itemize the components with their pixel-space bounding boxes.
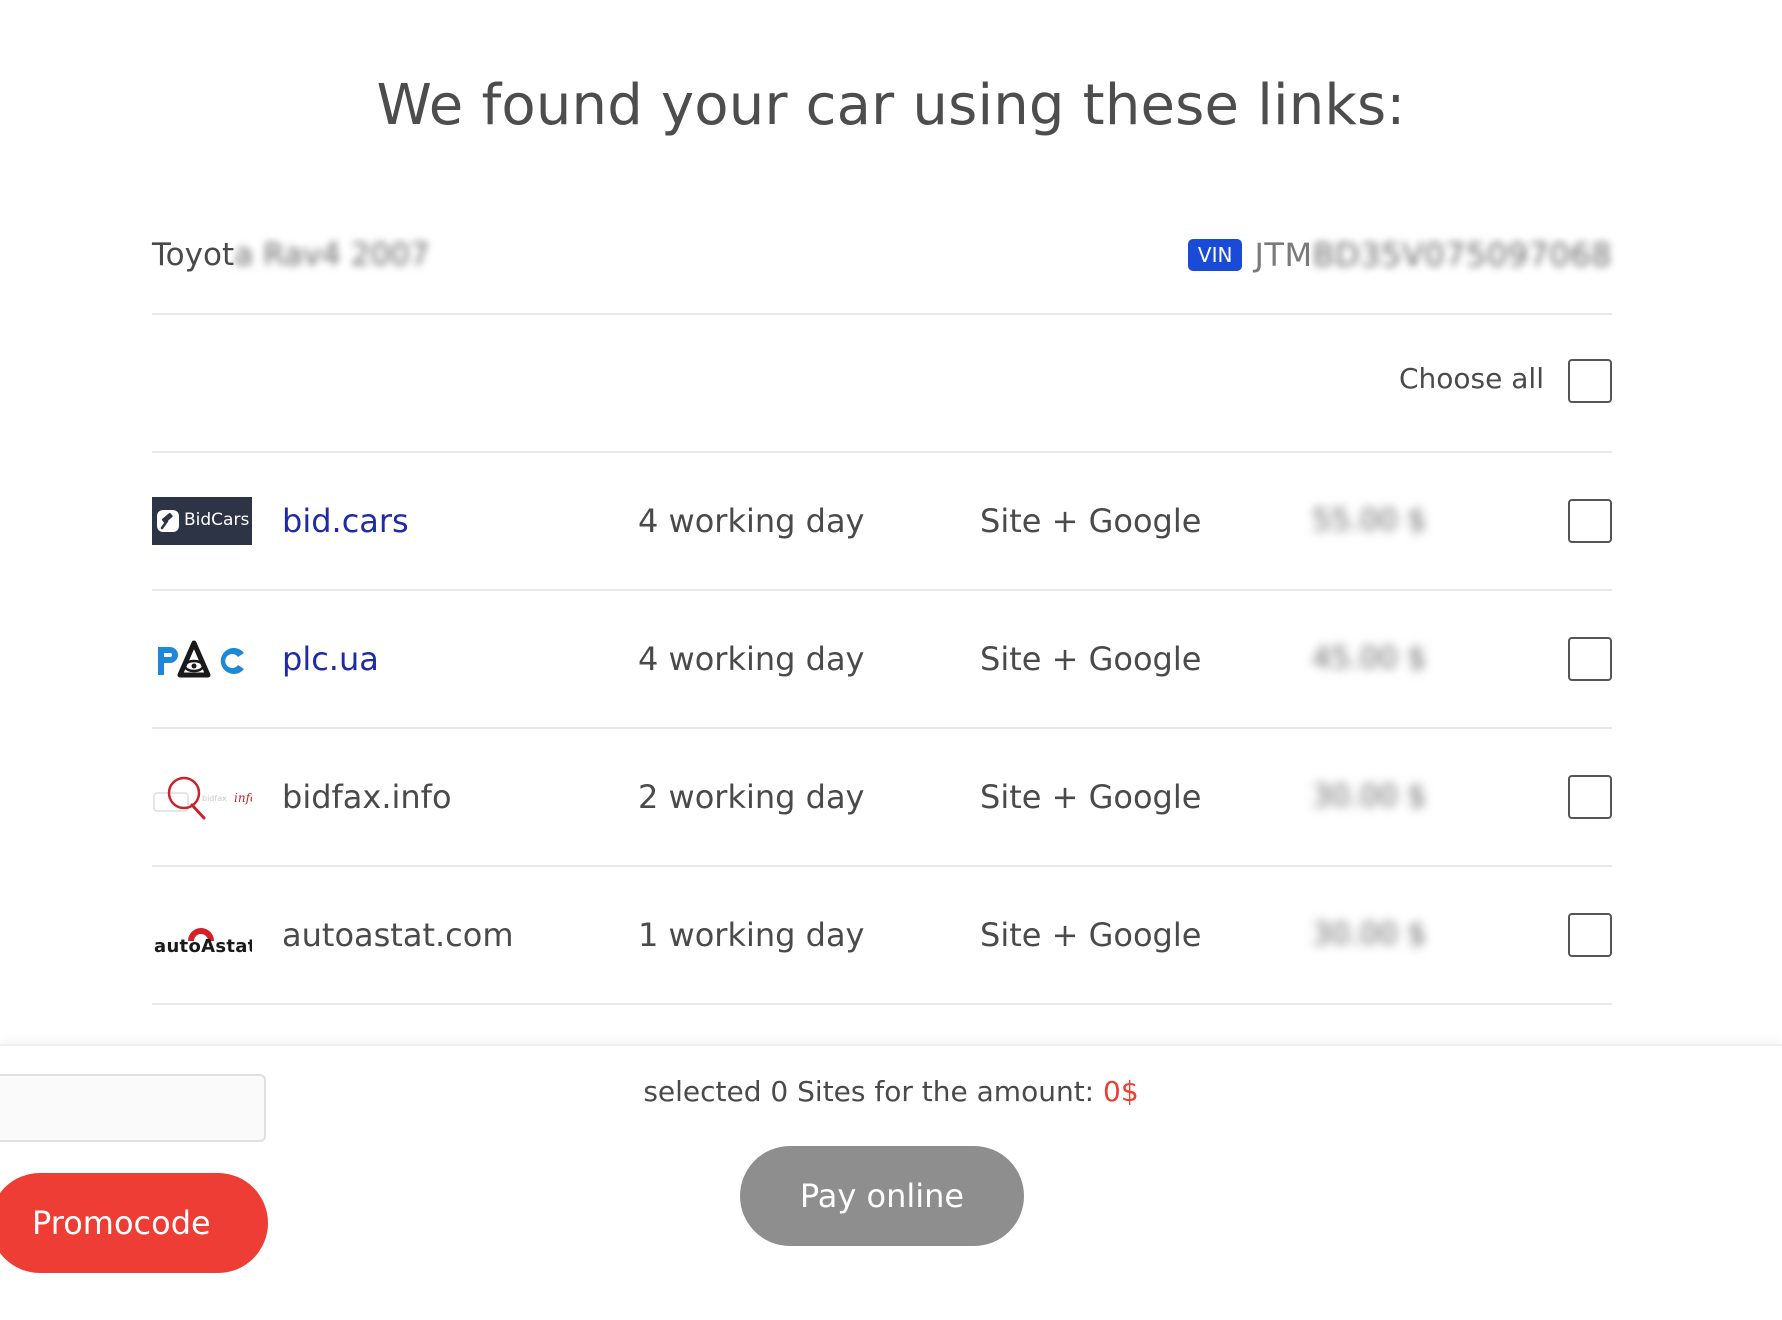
selection-summary: selected 0 Sites for the amount: 0$ [0,1072,1782,1112]
summary-amount: 0$ [1103,1075,1139,1108]
site-checkbox-autoastat[interactable] [1568,913,1612,957]
autoastat-logo: autoAstat [152,911,252,959]
delivery-time: 1 working day [638,916,865,954]
delivery-time: 4 working day [638,640,865,678]
bidfax-logo: bidfax info [152,773,252,821]
car-header: Toyota Rav4 2007 VIN JTMBD35V075097068 [152,215,1612,315]
price: 30.00 $ [1312,917,1427,952]
site-checkbox-bidcars[interactable] [1568,499,1612,543]
car-model-blurred: a Rav4 2007 [234,237,430,273]
bidfax-logo-text: info [234,791,252,805]
price: 30.00 $ [1312,779,1427,814]
choose-all-label: Choose all [1399,362,1544,395]
price: 55.00 $ [1312,503,1427,538]
vin-block: VIN JTMBD35V075097068 [1187,235,1612,275]
site-row-plc: plc.ua 4 working day Site + Google 45.00… [152,591,1612,729]
coverage: Site + Google [980,640,1202,678]
vin-blurred: BD35V075097068 [1312,236,1612,274]
site-checkbox-plc[interactable] [1568,637,1612,681]
plc-logo-graphic [158,640,244,678]
site-row-bidfax: bidfax info bidfax.info 2 working day Si… [152,729,1612,867]
car-name: Toyota Rav4 2007 [152,235,430,275]
pay-online-button[interactable]: Pay online [740,1146,1024,1246]
site-link-bidfax[interactable]: bidfax.info [282,775,452,819]
delivery-time: 2 working day [638,778,865,816]
coverage: Site + Google [980,502,1202,540]
checkout-bar: Promocode selected 0 Sites for the amoun… [0,1044,1782,1320]
vin-visible: JTM [1254,236,1313,274]
plc-logo [152,635,252,683]
car-make-visible: Toyot [152,237,235,273]
page-title: We found your car using these links: [376,73,1406,138]
coverage: Site + Google [980,778,1202,816]
vin-number: JTMBD35V075097068 [1254,235,1612,275]
site-link-autoastat[interactable]: autoastat.com [282,913,514,957]
autoastat-logo-text: autoAstat [154,936,252,957]
gavel-icon [157,510,179,532]
delivery-time: 4 working day [638,502,865,540]
bidcars-logo-text: BidCars [184,510,250,530]
price: 45.00 $ [1312,641,1427,676]
vin-badge: VIN [1187,239,1243,271]
site-row-autoastat: autoAstat autoastat.com 1 working day Si… [152,867,1612,1005]
svg-text:bidfax: bidfax [202,794,227,803]
choose-all-row: Choose all [152,315,1612,453]
site-row-bidcars: BidCars bid.cars 4 working day Site + Go… [152,453,1612,591]
summary-text: selected 0 Sites for the amount: [643,1075,1104,1108]
site-link-bidcars[interactable]: bid.cars [282,499,409,543]
promocode-button[interactable]: Promocode [0,1173,268,1273]
bidcars-logo: BidCars [152,497,252,545]
site-checkbox-bidfax[interactable] [1568,775,1612,819]
coverage: Site + Google [980,916,1202,954]
site-link-plc[interactable]: plc.ua [282,637,379,681]
choose-all-checkbox[interactable] [1568,359,1612,403]
